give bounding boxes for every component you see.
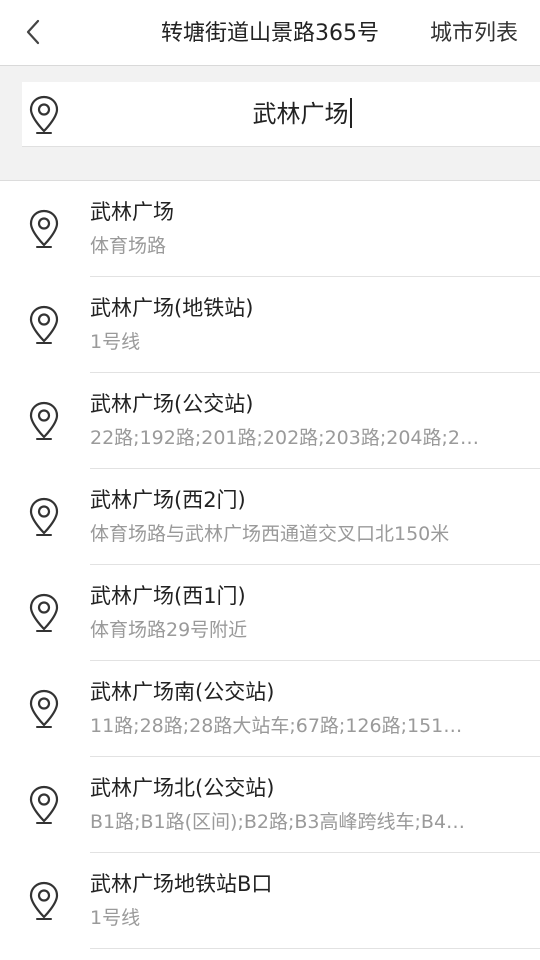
result-subtitle: B1路;B1路(区间);B2路;B3高峰跨线车;B4…: [90, 811, 466, 833]
location-pin-icon: [29, 785, 59, 824]
list-item[interactable]: 武林广场 体育场路: [0, 181, 540, 277]
result-subtitle: 体育场路29号附近: [90, 619, 248, 641]
search-input-value: 武林广场: [252, 100, 349, 128]
list-item[interactable]: 武林广场(西1门) 体育场路29号附近: [0, 565, 540, 661]
city-list-button[interactable]: 城市列表: [430, 18, 518, 50]
screen: 转塘街道山景路365号 城市列表 武林广场 武林广场 体育场路 武林广场(地铁站…: [0, 0, 540, 960]
result-subtitle: 22路;192路;201路;202路;203路;204路;2…: [90, 427, 479, 449]
list-item[interactable]: 武林广场(公交站) 22路;192路;201路;202路;203路;204路;2…: [0, 373, 540, 469]
page-title: 转塘街道山景路365号: [161, 21, 379, 46]
result-subtitle: 体育场路与武林广场西通道交叉口北150米: [90, 523, 450, 545]
result-title: 武林广场(西1门): [90, 584, 246, 608]
result-subtitle: 体育场路: [90, 235, 167, 257]
list-item[interactable]: 武林广场地铁站B口 1号线: [0, 853, 540, 949]
list-item[interactable]: 武林广场(西2门) 体育场路与武林广场西通道交叉口北150米: [0, 469, 540, 565]
top-bar: 转塘街道山景路365号 城市列表: [0, 0, 540, 66]
search-input[interactable]: 武林广场: [92, 94, 512, 134]
results-list: 武林广场 体育场路 武林广场(地铁站) 1号线 武林广场(公交站) 22路;19…: [0, 180, 540, 960]
chevron-left-icon: [26, 19, 40, 45]
location-pin-icon: [29, 401, 59, 440]
result-title: 武林广场: [90, 200, 174, 224]
back-button[interactable]: [14, 10, 54, 54]
list-item[interactable]: 武林广场(地铁站) 1号线: [0, 277, 540, 373]
result-title: 武林广场北(公交站): [90, 776, 275, 800]
result-title: 武林广场南(公交站): [90, 680, 275, 704]
location-pin-icon: [29, 209, 59, 248]
result-title: 武林广场(地铁站): [90, 296, 254, 320]
text-caret: [349, 98, 352, 128]
list-item[interactable]: 武林广场南(公交站) 11路;28路;28路大站车;67路;126路;151…: [0, 661, 540, 757]
location-pin-icon: [29, 95, 59, 134]
result-subtitle: 1号线: [90, 907, 141, 929]
location-pin-icon: [29, 881, 59, 920]
divider: [90, 948, 540, 949]
location-pin-icon: [29, 497, 59, 536]
search-bar[interactable]: 武林广场: [22, 82, 540, 147]
result-title: 武林广场地铁站B口: [90, 872, 273, 896]
location-pin-icon: [29, 689, 59, 728]
location-pin-icon: [29, 593, 59, 632]
result-subtitle: 1号线: [90, 331, 141, 353]
result-title: 武林广场(西2门): [90, 488, 246, 512]
result-title: 武林广场(公交站): [90, 392, 254, 416]
list-item[interactable]: 武林广场北(公交站) B1路;B1路(区间);B2路;B3高峰跨线车;B4…: [0, 757, 540, 853]
location-pin-icon: [29, 305, 59, 344]
result-subtitle: 11路;28路;28路大站车;67路;126路;151…: [90, 715, 463, 737]
